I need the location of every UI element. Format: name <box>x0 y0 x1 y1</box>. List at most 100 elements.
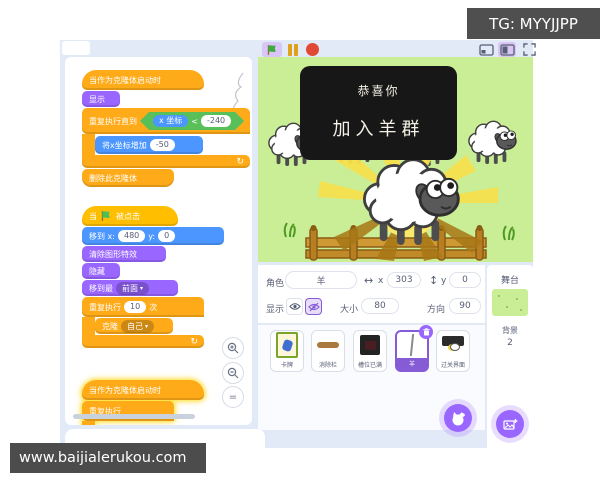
c-block-bottom[interactable]: ↻ <box>82 335 204 348</box>
sprite-card-bar[interactable]: 消除栏 <box>311 330 345 372</box>
delete-sprite-button[interactable] <box>419 325 433 339</box>
stop-button[interactable] <box>305 42 319 57</box>
block-change-x-by[interactable]: 将x坐标增加 -50 <box>95 136 203 154</box>
operator-less-than[interactable]: x 坐标 < -240 <box>140 112 244 130</box>
stage-pane-title: 舞台 <box>500 276 519 286</box>
value-delta[interactable]: -50 <box>149 139 175 151</box>
small-stage-button[interactable] <box>477 42 495 57</box>
stage-pane[interactable]: 舞台 背景 2 <box>487 265 533 448</box>
sprite-name: 过关界面 <box>440 362 465 369</box>
x-value: 303 <box>395 275 413 285</box>
backdrop-thumbnail <box>492 289 528 316</box>
sprite-list: 卡牌 消除栏 槽位已满 羊 过关界面 <box>258 325 485 432</box>
eye-slash-icon <box>307 302 320 311</box>
block-show[interactable]: 显示 <box>82 91 120 107</box>
zoom-reset-button[interactable]: = <box>222 386 244 408</box>
horizontal-scrollbar[interactable] <box>73 414 195 419</box>
zoom-in-button[interactable] <box>222 337 244 359</box>
zoom-out-button[interactable] <box>222 362 244 384</box>
x-axis-icon: ↔ <box>364 274 374 287</box>
green-flag-icon <box>267 44 276 55</box>
block-label: 重复执行直到 <box>89 116 137 126</box>
size-value: 80 <box>374 301 386 311</box>
sprite-name: 羊 <box>408 361 415 368</box>
pause-button[interactable] <box>286 42 300 57</box>
block-when-clone-start[interactable]: 当作为克隆体启动时 <box>82 70 204 90</box>
sprite-name: 槽位已满 <box>357 362 382 369</box>
add-backdrop-button[interactable] <box>496 410 524 438</box>
block-label: 移到最 <box>89 283 113 293</box>
sprite-name: 卡牌 <box>280 362 293 369</box>
equals-icon: = <box>228 391 238 403</box>
y-label: y <box>441 276 447 286</box>
block-label: 清除图形特效 <box>89 249 137 259</box>
magnifier-plus-icon <box>227 342 239 354</box>
sprite-info-panel: 角色 羊 ↔ x 303 ↕ y 0 显示 大小 80 方向 90 <box>258 265 485 324</box>
block-hide[interactable]: 隐藏 <box>82 263 120 279</box>
block-goto-xy[interactable]: 移到 x: 480 y: 0 <box>82 227 224 245</box>
sprite-card-card[interactable]: 卡牌 <box>270 330 304 372</box>
grass-icon <box>502 225 515 241</box>
sprite-name: 消除栏 <box>318 362 337 369</box>
add-sprite-button[interactable] <box>444 404 472 432</box>
y-axis-icon: ↕ <box>429 274 439 287</box>
green-flag-button[interactable] <box>262 42 282 57</box>
block-delete-clone[interactable]: 删除此克隆体 <box>82 169 174 187</box>
y-position-input[interactable]: 0 <box>449 272 481 288</box>
stage[interactable]: 恭喜你 加入羊群 <box>258 57 533 262</box>
eye-icon <box>288 303 301 310</box>
tg-badge: TG: MYYJJPP <box>467 8 600 39</box>
value-limit[interactable]: -240 <box>201 115 231 127</box>
reporter-x-position[interactable]: x 坐标 <box>153 115 188 127</box>
sprite-thumbnail <box>312 331 344 359</box>
x-label: x <box>378 276 384 286</box>
pause-bar-icon <box>294 43 298 56</box>
watermark-text: www.baijialerukou.com <box>19 450 187 466</box>
win-banner: 恭喜你 加入羊群 <box>300 66 457 160</box>
x-position-input[interactable]: 303 <box>387 272 421 288</box>
banner-line2: 加入羊群 <box>332 119 425 140</box>
direction-value: 90 <box>459 301 471 311</box>
watermark-bar: www.baijialerukou.com <box>10 443 206 473</box>
c-block-spine <box>82 134 95 155</box>
block-label: 被点击 <box>116 211 140 221</box>
chevron-down-icon: ▾ <box>145 322 149 330</box>
block-go-to-front[interactable]: 移到最 前面 ▾ <box>82 280 178 296</box>
block-clear-effects[interactable]: 清除图形特效 <box>82 246 166 262</box>
repeat-arrow-icon: ↻ <box>236 156 244 167</box>
fullscreen-button[interactable] <box>521 42 537 57</box>
sprite-name-input[interactable]: 羊 <box>285 271 357 289</box>
block-when-flag-clicked[interactable]: 当 被点击 <box>82 206 178 226</box>
y-value: 0 <box>462 275 468 285</box>
block-repeat-until[interactable]: 重复执行直到 x 坐标 < -240 <box>82 108 250 134</box>
cat-plus-icon <box>452 411 465 425</box>
sprite-card-slots-full[interactable]: 槽位已满 <box>353 330 387 372</box>
hide-button[interactable] <box>305 298 322 315</box>
block-label: 将x坐标增加 <box>102 140 147 150</box>
large-stage-button[interactable] <box>498 42 516 57</box>
block-label: 重复执行 <box>89 302 121 312</box>
block-clone-myself[interactable]: 克隆 自己 ▾ <box>95 318 173 334</box>
block-repeat-times[interactable]: 重复执行 10 次 <box>82 297 204 317</box>
show-button[interactable] <box>286 298 303 315</box>
block-label: 移到 x: <box>89 231 115 241</box>
value-goto-y[interactable]: 0 <box>158 230 176 242</box>
block-when-clone-start-2[interactable]: 当作为克隆体启动时 <box>82 380 204 400</box>
value-repeat-count[interactable]: 10 <box>124 301 147 313</box>
value-goto-x[interactable]: 480 <box>117 230 146 242</box>
green-flag-icon <box>101 211 110 221</box>
size-input[interactable]: 80 <box>361 298 399 314</box>
code-workspace[interactable]: 当作为克隆体启动时 显示 重复执行直到 x 坐标 < -240 将x坐标增加 -… <box>65 57 252 425</box>
block-label: y: <box>148 231 156 241</box>
show-label: 显示 <box>266 305 285 315</box>
sprite-name-value: 羊 <box>316 276 326 287</box>
dropdown-front[interactable]: 前面 ▾ <box>116 281 150 295</box>
sprite-card-sheep-selected[interactable]: 羊 <box>395 325 433 372</box>
backdrops-label: 背景 <box>502 326 518 335</box>
direction-input[interactable]: 90 <box>449 298 481 314</box>
sprite-card-win-screen[interactable]: 过关界面 <box>436 330 470 372</box>
dropdown-myself[interactable]: 自己 ▾ <box>121 319 155 333</box>
c-block-bottom[interactable]: ↻ <box>82 155 250 168</box>
dropdown-value: 自己 <box>127 321 143 331</box>
block-label: 当 <box>89 211 97 221</box>
